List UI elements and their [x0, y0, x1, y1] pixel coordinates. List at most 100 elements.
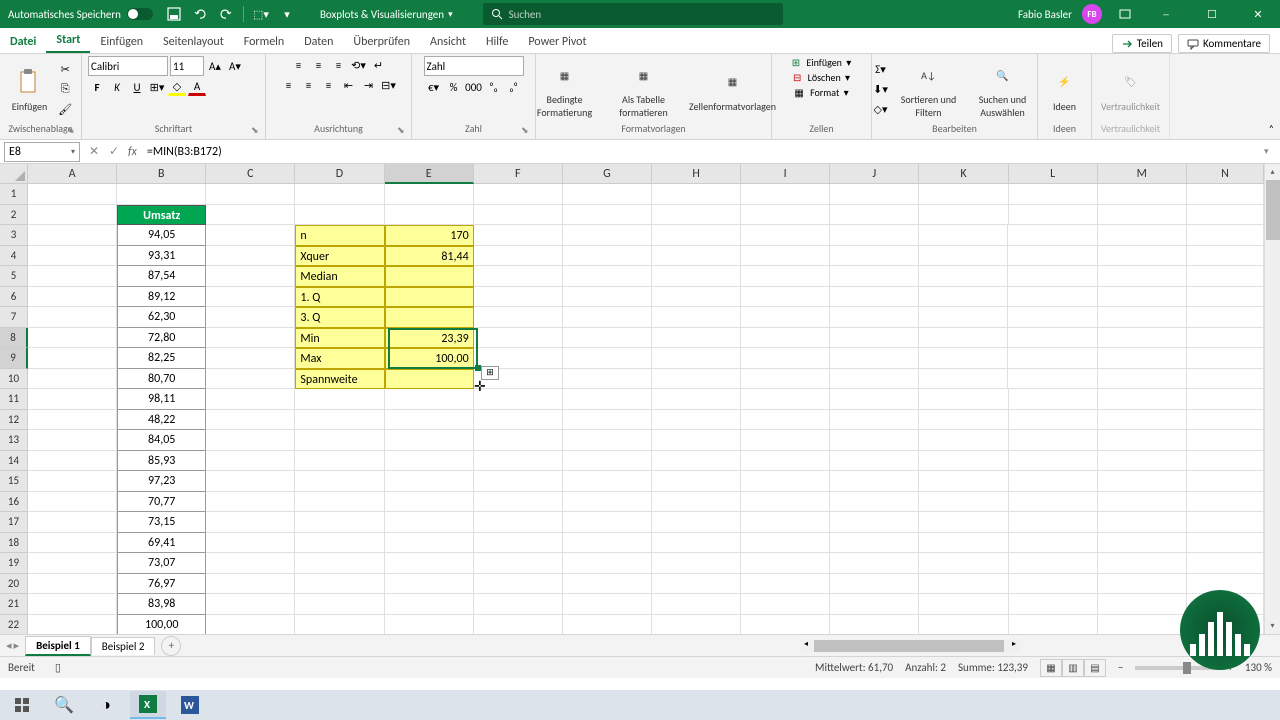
cell-M1[interactable] — [1098, 184, 1187, 205]
cell-I9[interactable] — [741, 348, 830, 369]
number-dialog[interactable]: ⬊ — [521, 125, 533, 137]
touch-mode-icon[interactable]: ⬚▾ — [252, 5, 270, 23]
sheet-nav-next-icon[interactable]: ▸ — [14, 639, 20, 652]
cell-H7[interactable] — [652, 307, 741, 328]
cell-A9[interactable] — [28, 348, 117, 369]
cell-A8[interactable] — [28, 328, 117, 349]
cell-N10[interactable] — [1187, 369, 1264, 390]
cell-N11[interactable] — [1187, 389, 1264, 410]
cell-B4[interactable]: 93,31 — [117, 246, 206, 267]
cell-H5[interactable] — [652, 266, 741, 287]
cell-E9[interactable]: 100,00 — [385, 348, 474, 369]
cell-N3[interactable] — [1187, 225, 1264, 246]
cell-I8[interactable] — [741, 328, 830, 349]
cell-I22[interactable] — [741, 615, 830, 635]
cell-L17[interactable] — [1009, 512, 1098, 533]
font-size-select[interactable] — [170, 56, 204, 76]
scroll-up-icon[interactable]: ▴ — [1265, 164, 1280, 180]
select-all-button[interactable] — [0, 164, 28, 184]
cell-N16[interactable] — [1187, 492, 1264, 513]
ribbon-display-icon[interactable] — [1116, 5, 1134, 23]
cell-A21[interactable] — [28, 594, 117, 615]
cell-I16[interactable] — [741, 492, 830, 513]
cell-E8[interactable]: 23,39 — [385, 328, 474, 349]
cell-J9[interactable] — [830, 348, 919, 369]
cell-J10[interactable] — [830, 369, 919, 390]
row-header-15[interactable]: 15 — [0, 471, 28, 492]
minimize-button[interactable]: ─ — [1148, 0, 1184, 28]
cell-I14[interactable] — [741, 451, 830, 472]
add-sheet-button[interactable]: + — [161, 636, 181, 656]
cell-A6[interactable] — [28, 287, 117, 308]
align-middle-icon[interactable]: ≡ — [310, 56, 328, 74]
cell-A17[interactable] — [28, 512, 117, 533]
tab-formulas[interactable]: Formeln — [234, 31, 294, 53]
conditional-formatting-button[interactable]: ▦Bedingte Formatierung — [525, 56, 605, 122]
cell-G22[interactable] — [563, 615, 652, 635]
task-view-icon[interactable]: ◑ — [88, 691, 124, 719]
cell-B13[interactable]: 84,05 — [117, 430, 206, 451]
cell-F8[interactable] — [474, 328, 563, 349]
cell-B8[interactable]: 72,80 — [117, 328, 206, 349]
cell-K9[interactable] — [919, 348, 1008, 369]
cell-D14[interactable] — [295, 451, 384, 472]
spreadsheet-grid[interactable]: ABCDEFGHIJKLMN 1234567891011121314151617… — [0, 164, 1280, 634]
cell-B22[interactable]: 100,00 — [117, 615, 206, 635]
cell-D11[interactable] — [295, 389, 384, 410]
cell-H13[interactable] — [652, 430, 741, 451]
col-header-N[interactable]: N — [1187, 164, 1264, 184]
cell-I11[interactable] — [741, 389, 830, 410]
ideas-button[interactable]: ⚡Ideen — [1044, 63, 1086, 116]
row-header-22[interactable]: 22 — [0, 615, 28, 635]
cell-D2[interactable] — [295, 205, 384, 226]
cell-C8[interactable] — [206, 328, 295, 349]
cell-D15[interactable] — [295, 471, 384, 492]
cell-E3[interactable]: 170 — [385, 225, 474, 246]
cell-F6[interactable] — [474, 287, 563, 308]
alignment-dialog[interactable]: ⬊ — [397, 125, 409, 137]
row-header-13[interactable]: 13 — [0, 430, 28, 451]
cell-J4[interactable] — [830, 246, 919, 267]
cell-A3[interactable] — [28, 225, 117, 246]
cell-F14[interactable] — [474, 451, 563, 472]
cell-E2[interactable] — [385, 205, 474, 226]
cell-M12[interactable] — [1098, 410, 1187, 431]
cell-K12[interactable] — [919, 410, 1008, 431]
cell-E7[interactable] — [385, 307, 474, 328]
align-bottom-icon[interactable]: ≡ — [330, 56, 348, 74]
cell-B2[interactable]: Umsatz — [117, 205, 206, 226]
cell-I12[interactable] — [741, 410, 830, 431]
excel-taskbar-icon[interactable]: X — [130, 691, 166, 719]
cell-L19[interactable] — [1009, 553, 1098, 574]
search-box[interactable]: Suchen — [483, 3, 783, 25]
cell-E5[interactable] — [385, 266, 474, 287]
cell-H6[interactable] — [652, 287, 741, 308]
sheet-tab-1[interactable]: Beispiel 1 — [25, 636, 91, 656]
cell-G16[interactable] — [563, 492, 652, 513]
cell-C5[interactable] — [206, 266, 295, 287]
row-header-14[interactable]: 14 — [0, 451, 28, 472]
align-right-icon[interactable]: ≡ — [320, 76, 338, 94]
cell-G20[interactable] — [563, 574, 652, 595]
cell-K13[interactable] — [919, 430, 1008, 451]
cell-D12[interactable] — [295, 410, 384, 431]
cell-K4[interactable] — [919, 246, 1008, 267]
cell-A10[interactable] — [28, 369, 117, 390]
cell-M10[interactable] — [1098, 369, 1187, 390]
cell-C1[interactable] — [206, 184, 295, 205]
cell-B14[interactable]: 85,93 — [117, 451, 206, 472]
cell-A15[interactable] — [28, 471, 117, 492]
cell-I17[interactable] — [741, 512, 830, 533]
cell-K16[interactable] — [919, 492, 1008, 513]
cell-G18[interactable] — [563, 533, 652, 554]
tab-help[interactable]: Hilfe — [476, 31, 518, 53]
view-normal-icon[interactable]: ▦ — [1040, 659, 1062, 677]
cell-J17[interactable] — [830, 512, 919, 533]
cell-J8[interactable] — [830, 328, 919, 349]
cell-A1[interactable] — [28, 184, 117, 205]
align-top-icon[interactable]: ≡ — [290, 56, 308, 74]
row-header-20[interactable]: 20 — [0, 574, 28, 595]
cell-E20[interactable] — [385, 574, 474, 595]
cell-J16[interactable] — [830, 492, 919, 513]
cell-F7[interactable] — [474, 307, 563, 328]
